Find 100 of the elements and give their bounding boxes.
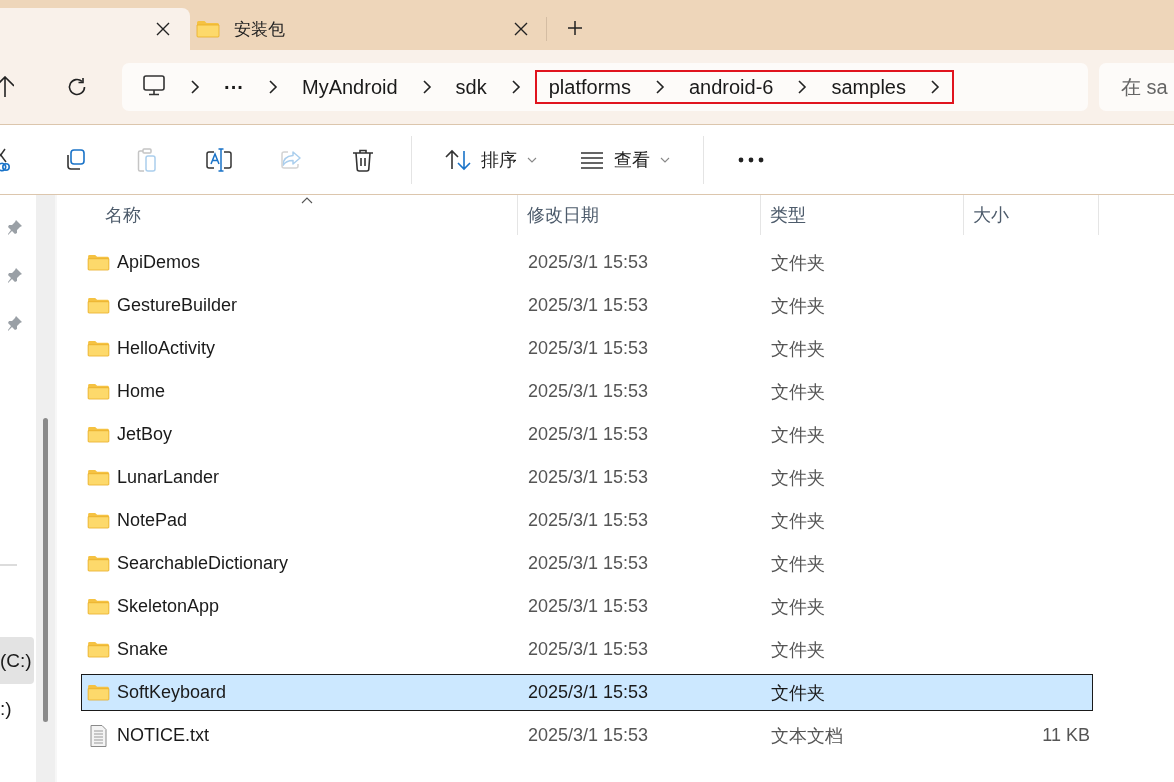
computer-icon[interactable] bbox=[142, 72, 166, 97]
file-row[interactable]: SoftKeyboard 2025/3/1 15:53 文件夹 bbox=[81, 674, 1093, 711]
search-field[interactable]: 在 sa bbox=[1099, 63, 1174, 111]
plus-icon[interactable] bbox=[567, 20, 583, 36]
up-arrow-icon[interactable] bbox=[0, 76, 14, 98]
sort-caret-icon bbox=[301, 197, 313, 204]
chevron-down-icon bbox=[527, 156, 537, 163]
column-header[interactable]: 类型 bbox=[761, 195, 964, 235]
file-row[interactable]: NotePad 2025/3/1 15:53 文件夹 bbox=[81, 502, 1093, 539]
file-name: Home bbox=[117, 381, 165, 402]
file-row[interactable]: ApiDemos 2025/3/1 15:53 文件夹 bbox=[81, 244, 1093, 281]
folder-icon bbox=[87, 598, 110, 615]
breadcrumb-item[interactable]: sdk bbox=[443, 75, 499, 99]
sidebar-item[interactable]: :) bbox=[0, 685, 34, 732]
view-button[interactable]: 查看 bbox=[570, 135, 680, 184]
type-cell-text: 文件夹 bbox=[770, 337, 826, 361]
chevron-right-icon[interactable] bbox=[797, 79, 808, 95]
scrollbar-thumb[interactable] bbox=[43, 418, 48, 722]
folder-icon bbox=[87, 297, 110, 314]
close-icon[interactable] bbox=[156, 22, 170, 36]
file-row[interactable]: SkeletonApp 2025/3/1 15:53 文件夹 bbox=[81, 588, 1093, 625]
type-cell-text: 文件夹 bbox=[770, 509, 826, 533]
file-name: SkeletonApp bbox=[117, 596, 220, 617]
date-cell-text: 2025/3/1 15:53 bbox=[527, 381, 650, 402]
chevron-right-icon[interactable] bbox=[268, 79, 278, 95]
type-cell-text: 文件夹 bbox=[770, 380, 826, 404]
refresh-icon[interactable] bbox=[66, 76, 88, 98]
file-name: LunarLander bbox=[117, 467, 220, 488]
paste-icon bbox=[135, 146, 159, 173]
file-name: NOTICE.txt bbox=[117, 725, 209, 746]
file-name: GestureBuilder bbox=[117, 295, 238, 316]
date-cell-text: 2025/3/1 15:53 bbox=[527, 725, 650, 746]
file-name: HelloActivity bbox=[117, 338, 216, 359]
folder-icon bbox=[87, 641, 110, 658]
breadcrumb-overflow-button[interactable]: ··· bbox=[212, 75, 256, 99]
file-row[interactable]: Snake 2025/3/1 15:53 文件夹 bbox=[81, 631, 1093, 668]
breadcrumb-item[interactable]: android-6 bbox=[676, 75, 786, 99]
file-row[interactable]: SearchableDictionary 2025/3/1 15:53 文件夹 bbox=[81, 545, 1093, 582]
file-row[interactable]: GestureBuilder 2025/3/1 15:53 文件夹 bbox=[81, 287, 1093, 324]
folder-icon bbox=[87, 684, 110, 701]
view-icon bbox=[580, 150, 604, 169]
address-bar[interactable]: ··· MyAndroid sdk platforms android-6 samples bbox=[122, 63, 1088, 111]
type-cell-text: 文本文档 bbox=[770, 724, 844, 748]
date-cell-text: 2025/3/1 15:53 bbox=[527, 639, 650, 660]
close-icon[interactable] bbox=[514, 22, 528, 36]
chevron-down-icon bbox=[660, 156, 670, 163]
file-name: Snake bbox=[117, 639, 169, 660]
file-name: SoftKeyboard bbox=[117, 682, 227, 703]
cut-icon bbox=[0, 147, 10, 172]
size-cell-text: 11 KB bbox=[1041, 725, 1090, 746]
chevron-right-icon[interactable] bbox=[421, 79, 432, 95]
column-header[interactable]: 修改日期 bbox=[518, 195, 761, 235]
file-row[interactable]: LunarLander 2025/3/1 15:53 文件夹 bbox=[81, 459, 1093, 496]
type-cell-text: 文件夹 bbox=[770, 466, 826, 490]
column-header[interactable]: 大小 bbox=[964, 195, 1099, 235]
file-row[interactable]: NOTICE.txt 2025/3/1 15:53 文本文档 11 KB bbox=[81, 717, 1093, 754]
sort-icon bbox=[445, 147, 471, 172]
file-name: NotePad bbox=[117, 510, 188, 531]
date-cell-text: 2025/3/1 15:53 bbox=[527, 682, 650, 703]
type-cell-text: 文件夹 bbox=[770, 423, 826, 447]
type-cell-text: 文件夹 bbox=[770, 681, 826, 705]
file-row[interactable]: Home 2025/3/1 15:53 文件夹 bbox=[81, 373, 1093, 410]
file-name: JetBoy bbox=[117, 424, 173, 445]
folder-icon bbox=[196, 20, 220, 38]
column-header[interactable]: 名称 bbox=[81, 195, 518, 235]
date-cell-text: 2025/3/1 15:53 bbox=[527, 295, 650, 316]
date-cell-text: 2025/3/1 15:53 bbox=[527, 424, 650, 445]
folder-icon bbox=[87, 512, 110, 529]
chevron-right-icon[interactable] bbox=[654, 79, 665, 95]
type-cell-text: 文件夹 bbox=[770, 251, 826, 275]
folder-icon bbox=[87, 555, 110, 572]
rename-icon bbox=[205, 146, 233, 173]
chevron-right-icon[interactable] bbox=[929, 79, 940, 95]
breadcrumb-item[interactable]: platforms bbox=[536, 75, 643, 99]
date-cell-text: 2025/3/1 15:53 bbox=[527, 510, 650, 531]
folder-icon bbox=[87, 426, 110, 443]
file-name: ApiDemos bbox=[117, 252, 201, 273]
breadcrumb-item[interactable]: samples bbox=[819, 75, 918, 99]
date-cell-text: 2025/3/1 15:53 bbox=[527, 596, 650, 617]
folder-icon bbox=[87, 469, 110, 486]
chevron-right-icon[interactable] bbox=[510, 79, 521, 95]
type-cell-text: 文件夹 bbox=[770, 595, 826, 619]
folder-icon bbox=[87, 383, 110, 400]
date-cell-text: 2025/3/1 15:53 bbox=[527, 338, 650, 359]
breadcrumb-item[interactable]: MyAndroid bbox=[290, 75, 410, 99]
type-cell-text: 文件夹 bbox=[770, 638, 826, 662]
text-file-icon bbox=[87, 724, 110, 747]
sidebar-item[interactable]: (C:) bbox=[0, 637, 34, 684]
chevron-right-icon[interactable] bbox=[190, 79, 200, 95]
more-icon bbox=[738, 156, 764, 163]
file-row[interactable]: HelloActivity 2025/3/1 15:53 文件夹 bbox=[81, 330, 1093, 367]
date-cell-text: 2025/3/1 15:53 bbox=[527, 252, 650, 273]
date-cell-text: 2025/3/1 15:53 bbox=[527, 553, 650, 574]
date-cell-text: 2025/3/1 15:53 bbox=[527, 467, 650, 488]
sort-button[interactable]: 排序 bbox=[435, 135, 547, 184]
folder-icon bbox=[87, 340, 110, 357]
type-cell-text: 文件夹 bbox=[770, 294, 826, 318]
file-row[interactable]: JetBoy 2025/3/1 15:53 文件夹 bbox=[81, 416, 1093, 453]
file-name: SearchableDictionary bbox=[117, 553, 289, 574]
type-cell-text: 文件夹 bbox=[770, 552, 826, 576]
